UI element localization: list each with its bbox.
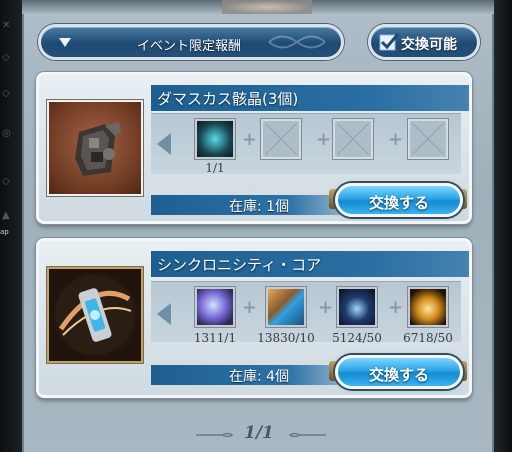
exchange-button-label: 交換する [368, 366, 429, 384]
prism-orb-icon[interactable] [195, 287, 235, 327]
exchange-button[interactable]: 交換する [335, 355, 463, 389]
empty-slot [408, 119, 448, 159]
sidebar-glyph-icon[interactable]: ◎ [2, 128, 14, 140]
plus-icon: + [388, 297, 404, 318]
sidebar-cut-text: ap [0, 228, 9, 236]
gold-shard-icon[interactable] [408, 287, 448, 327]
required-quantity: 6718/50 [403, 331, 453, 345]
plus-icon: + [388, 129, 404, 150]
reward-filter-dropdown[interactable]: イベント限定報酬 [38, 24, 344, 60]
plus-icon: + [318, 297, 334, 318]
scroll-left-arrow-icon[interactable] [157, 303, 171, 325]
dark-shard-icon[interactable] [337, 287, 377, 327]
stock-count: 在庫: 1個 [229, 199, 290, 215]
dropdown-triangle-icon [59, 38, 71, 47]
sidebar-glyph-icon[interactable]: ✕ [2, 20, 14, 32]
checkmark-icon [379, 33, 399, 51]
sidebar-glyph-icon[interactable]: ◇ [2, 52, 14, 64]
sidebar-arrow-icon[interactable]: ▲ [2, 210, 14, 222]
top-decoration [22, 0, 494, 14]
stock-count: 在庫: 4個 [229, 369, 290, 385]
blue-flame-orb-icon[interactable] [195, 119, 235, 159]
exchange-button[interactable]: 交換する [335, 183, 463, 217]
pager: 1/1 [0, 423, 512, 447]
required-quantity: 1311/1 [193, 331, 237, 345]
plus-icon: + [316, 129, 332, 150]
exchangeable-label: 交換可能 [401, 37, 457, 53]
sidebar-glyph-icon[interactable]: ◇ [2, 88, 14, 100]
empty-slot [261, 119, 301, 159]
required-quantity: 13830/10 [257, 331, 315, 345]
left-sidebar: ✕ ◇ ◇ ◎ ◇ ▲ ap [0, 0, 22, 452]
required-quantity: 1/1 [205, 161, 225, 175]
flourish-right-icon [288, 432, 326, 438]
exchangeable-toggle[interactable]: 交換可能 [368, 24, 480, 60]
empty-slot [333, 119, 373, 159]
right-edge [494, 0, 512, 452]
exchange-button-label: 交換する [368, 194, 429, 212]
sidebar-glyph-icon[interactable]: ◇ [2, 176, 14, 188]
blue-crystal-icon[interactable] [266, 287, 306, 327]
reward-card: ダマスカス骸晶(3個) 1/1 + + + 在庫: 1個 交換する [36, 72, 472, 224]
plus-icon: + [242, 129, 258, 150]
scroll-left-arrow-icon[interactable] [157, 133, 171, 155]
reward-title: シンクロニシティ・コア [157, 256, 322, 274]
plus-icon: + [242, 297, 258, 318]
damascus-crystal-icon[interactable] [47, 100, 143, 196]
required-quantity: 5124/50 [332, 331, 382, 345]
reward-title: ダマスカス骸晶(3個) [157, 90, 299, 108]
ornament-icon [268, 35, 326, 49]
synchronicity-core-icon[interactable] [47, 267, 143, 363]
filter-label: イベント限定報酬 [137, 39, 242, 54]
reward-card: シンクロニシティ・コア 1311/1 + 13830/10 + 5124/50 … [36, 238, 472, 398]
page-indicator: 1/1 [244, 423, 274, 443]
flourish-left-icon [196, 432, 234, 438]
